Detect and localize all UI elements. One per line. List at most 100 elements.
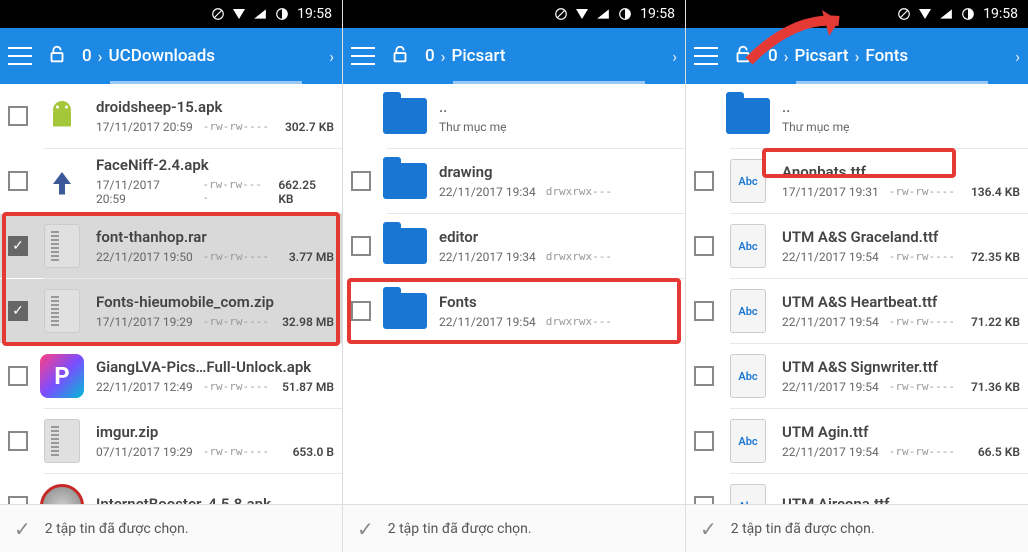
file-name: UTM A&S Signwriter.ttf <box>782 358 1020 376</box>
file-list: .. Thư mục mẹ Abc Anonbats.ttf 17/11/201… <box>686 84 1028 504</box>
file-date: 22/11/2017 19:54 <box>782 315 879 329</box>
file-name: .. <box>782 98 1020 116</box>
list-item[interactable]: Abc UTM Agin.ttf 22/11/2017 19:54 -rw-rw… <box>686 409 1028 473</box>
checkbox[interactable] <box>8 106 28 126</box>
file-name: UTM A&S Graceland.ttf <box>782 228 1020 246</box>
file-date: 22/11/2017 19:54 <box>782 445 879 459</box>
abc-icon: Abc <box>724 417 772 465</box>
menu-icon[interactable] <box>694 47 718 65</box>
list-item[interactable]: editor 22/11/2017 19:34 drwxrwx--- <box>343 214 685 278</box>
booster-icon <box>38 482 86 504</box>
app-bar: 0 ›Picsart › <box>343 28 685 84</box>
checkbox[interactable] <box>351 301 371 321</box>
checkbox[interactable] <box>8 431 28 451</box>
file-permissions: drwxrwx--- <box>546 250 612 264</box>
checkbox[interactable] <box>8 366 28 386</box>
checkbox[interactable] <box>8 301 28 321</box>
file-size: 72.35 KB <box>971 250 1020 264</box>
selection-text: 2 tập tin đã được chọn. <box>731 521 875 537</box>
status-time: 19:58 <box>640 6 675 22</box>
list-item[interactable]: Abc Anonbats.ttf 17/11/2017 19:31 -rw-rw… <box>686 149 1028 213</box>
chevron-right-icon: › <box>98 47 103 66</box>
lock-icon[interactable] <box>46 43 68 70</box>
lock-icon[interactable] <box>389 43 411 70</box>
list-item[interactable]: .. Thư mục mẹ <box>686 84 1028 148</box>
folder-icon <box>381 92 429 140</box>
list-item[interactable]: P GiangLVA-Pics…Full-Unlock.apk 22/11/20… <box>0 344 342 408</box>
file-size: 32.98 MB <box>282 315 334 329</box>
chevron-right-icon[interactable]: › <box>329 47 334 66</box>
checkbox[interactable] <box>351 171 371 191</box>
file-size: 71.22 KB <box>971 315 1020 329</box>
checkbox[interactable] <box>8 496 28 504</box>
checkbox[interactable] <box>694 496 714 504</box>
file-name: FaceNiff-2.4.apk <box>96 156 334 174</box>
file-name: UTM Agin.ttf <box>782 423 1020 441</box>
file-name: drawing <box>439 163 677 181</box>
file-name: InternetBooster_4.5.8.apk <box>96 495 334 504</box>
checkbox[interactable] <box>694 431 714 451</box>
file-date: 22/11/2017 19:54 <box>439 315 536 329</box>
selection-text: 2 tập tin đã được chọn. <box>45 521 189 537</box>
checkbox[interactable] <box>8 236 28 256</box>
menu-icon[interactable] <box>351 47 375 65</box>
list-item[interactable]: Fonts-hieumobile_com.zip 17/11/2017 19:2… <box>0 279 342 343</box>
file-date: 22/11/2017 19:54 <box>782 380 879 394</box>
checkbox[interactable] <box>694 301 714 321</box>
list-item[interactable]: InternetBooster_4.5.8.apk <box>0 474 342 504</box>
parent-label: Thư mục mẹ <box>439 120 506 134</box>
chevron-right-icon[interactable]: › <box>1015 47 1020 66</box>
list-item[interactable]: font-thanhop.rar 22/11/2017 19:50 -rw-rw… <box>0 214 342 278</box>
checkbox[interactable] <box>694 366 714 386</box>
file-date: 07/11/2017 19:29 <box>96 445 193 459</box>
file-date: 22/11/2017 19:34 <box>439 250 536 264</box>
file-date: 17/11/2017 19:29 <box>96 315 193 329</box>
checkbox[interactable] <box>8 171 28 191</box>
selection-footer: ✓ 2 tập tin đã được chọn. <box>343 504 685 552</box>
list-item[interactable]: .. Thư mục mẹ <box>343 84 685 148</box>
checkbox[interactable] <box>694 171 714 191</box>
selection-footer: ✓ 2 tập tin đã được chọn. <box>0 504 342 552</box>
list-item[interactable]: drawing 22/11/2017 19:34 drwxrwx--- <box>343 149 685 213</box>
list-item[interactable]: droidsheep-15.apk 17/11/2017 20:59 -rw-r… <box>0 84 342 148</box>
list-item[interactable]: Abc UTM A&S Signwriter.ttf 22/11/2017 19… <box>686 344 1028 408</box>
checkbox[interactable] <box>694 236 714 256</box>
checkbox[interactable] <box>351 236 371 256</box>
file-date: 22/11/2017 12:49 <box>96 380 193 394</box>
list-item[interactable]: imgur.zip 07/11/2017 19:29 -rw-rw---- 65… <box>0 409 342 473</box>
breadcrumb-count: 0 <box>82 46 92 66</box>
file-size: 653.0 B <box>293 445 334 459</box>
status-bar: 19:58 <box>0 0 342 28</box>
chevron-right-icon[interactable]: › <box>672 47 677 66</box>
chevron-right-icon: › <box>855 47 860 66</box>
file-size: 136.4 KB <box>971 185 1020 199</box>
breadcrumb-item[interactable]: UCDownloads <box>109 46 216 66</box>
abc-icon: Abc <box>724 157 772 205</box>
list-item[interactable]: Abc UTM Aircona.ttf <box>686 474 1028 504</box>
breadcrumb-item[interactable]: Picsart <box>452 46 506 66</box>
check-icon: ✓ <box>357 517 374 541</box>
file-name: Fonts-hieumobile_com.zip <box>96 293 334 311</box>
selection-footer: ✓2 tập tin đã được chọn. <box>686 504 1028 552</box>
file-name: imgur.zip <box>96 423 334 441</box>
breadcrumb-item[interactable]: Fonts <box>865 46 908 66</box>
file-date: 22/11/2017 19:50 <box>96 250 193 264</box>
file-name: droidsheep-15.apk <box>96 98 334 116</box>
file-permissions: -rw-rw---- <box>889 315 955 329</box>
file-name: UTM A&S Heartbeat.ttf <box>782 293 1020 311</box>
file-size: 66.5 KB <box>978 445 1020 459</box>
list-item[interactable]: Abc UTM A&S Graceland.ttf 22/11/2017 19:… <box>686 214 1028 278</box>
file-permissions: -rw-rw---- <box>203 120 269 134</box>
list-item[interactable]: Fonts 22/11/2017 19:54 drwxrwx--- <box>343 279 685 343</box>
list-item[interactable]: FaceNiff-2.4.apk 17/11/2017 20:59 -rw-rw… <box>0 149 342 213</box>
check-icon: ✓ <box>14 517 31 541</box>
abc-icon: Abc <box>724 287 772 335</box>
menu-icon[interactable] <box>8 47 32 65</box>
thumb-icon <box>38 157 86 205</box>
file-name: Anonbats.ttf <box>782 163 1020 181</box>
file-permissions: -rw-rw---- <box>889 445 955 459</box>
status-bar: 19:58 <box>343 0 685 28</box>
folder-icon <box>381 287 429 335</box>
list-item[interactable]: Abc UTM A&S Heartbeat.ttf 22/11/2017 19:… <box>686 279 1028 343</box>
selection-text: 2 tập tin đã được chọn. <box>388 521 532 537</box>
